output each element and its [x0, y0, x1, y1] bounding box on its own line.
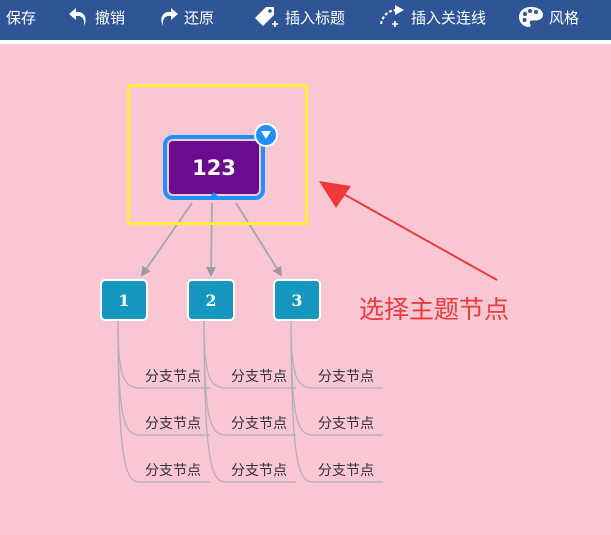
branch-node[interactable]: 分支节点 [318, 413, 374, 433]
mindmap-connectors [117, 181, 498, 483]
branch-node[interactable]: 分支节点 [145, 366, 201, 386]
chevron-down-icon [261, 131, 271, 139]
child-2-branches [203, 320, 296, 483]
child-topic-label: 2 [205, 290, 217, 310]
arrow-icon [319, 181, 498, 281]
branch-node[interactable]: 分支节点 [318, 460, 374, 480]
annotation-text: 选择主题节点 [359, 295, 510, 324]
child-topic-node-2[interactable]: 2 [187, 279, 235, 321]
child-topic-label: 1 [118, 290, 130, 310]
child-1-branches [117, 320, 210, 483]
child-topic-node-1[interactable]: 1 [100, 279, 148, 321]
branch-node[interactable]: 分支节点 [145, 413, 201, 433]
branch-node[interactable]: 分支节点 [231, 413, 287, 433]
branch-node[interactable]: 分支节点 [231, 460, 287, 480]
root-anchor-caret [207, 192, 221, 200]
child-3-branches [290, 320, 383, 483]
mindmap-canvas[interactable]: 123 1 2 3 分支节点 分支节点 分支节点 分支节点 分支节点 分支节点 … [0, 0, 611, 535]
child-topic-node-3[interactable]: 3 [273, 279, 321, 321]
collapse-toggle-button[interactable] [254, 123, 278, 147]
branch-node[interactable]: 分支节点 [231, 366, 287, 386]
root-topic-node[interactable]: 123 [169, 141, 259, 194]
child-topic-label: 3 [291, 290, 303, 310]
branch-node[interactable]: 分支节点 [145, 460, 201, 480]
root-topic-label: 123 [192, 155, 236, 180]
branch-node[interactable]: 分支节点 [318, 366, 374, 386]
